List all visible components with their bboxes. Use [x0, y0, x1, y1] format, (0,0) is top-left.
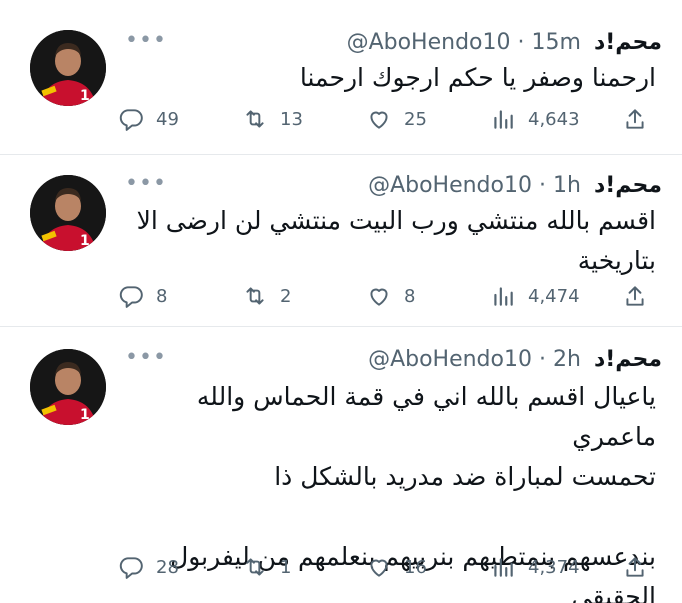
action-bar: 49 13 25 4,643 [118, 102, 658, 136]
avatar[interactable]: 1 [30, 30, 106, 106]
tweet-meta: @AboHendo10 · 15m محم!د [347, 26, 662, 60]
action-bar: 28 1 16 4,374 [118, 550, 658, 584]
separator: · [538, 347, 546, 372]
more-icon[interactable]: ••• [125, 173, 167, 195]
handle[interactable]: @AboHendo10 [368, 173, 532, 198]
tweet-header: ••• @AboHendo10 · 2h محم!د [125, 343, 662, 377]
heart-icon [370, 559, 388, 577]
handle[interactable]: @AboHendo10 [368, 347, 532, 372]
tweet-line: تحمست لمباراة ضد مدريد بالشكل ذا [274, 462, 656, 491]
paragraph-break [135, 497, 656, 537]
like-button[interactable]: 25 [366, 102, 427, 136]
tweet-header: ••• @AboHendo10 · 1h محم!د [125, 169, 662, 203]
like-button[interactable]: 8 [366, 279, 415, 313]
retweet-button[interactable]: 1 [242, 550, 291, 584]
views-button[interactable]: 4,643 [490, 102, 580, 136]
retweet-icon [246, 110, 264, 128]
tweet[interactable]: 1 ••• @AboHendo10 · 15m محم!د ارحمنا وصف… [0, 0, 682, 155]
heart-icon [370, 288, 388, 306]
views-button[interactable]: 4,374 [490, 550, 580, 584]
reply-button[interactable]: 49 [118, 102, 179, 136]
display-name[interactable]: محم!د [594, 347, 662, 372]
timestamp[interactable]: 15m [532, 30, 581, 55]
display-name[interactable]: محم!د [594, 173, 662, 198]
share-icon [626, 286, 644, 306]
retweet-count: 2 [280, 285, 292, 307]
tweet-text: ارحمنا وصفر يا حكم ارجوك ارحمنا [135, 58, 656, 98]
tweet-meta: @AboHendo10 · 1h محم!د [368, 169, 662, 203]
like-count: 8 [404, 285, 416, 307]
views-icon [494, 110, 513, 129]
retweet-button[interactable]: 2 [242, 279, 291, 313]
separator: · [517, 30, 525, 55]
share-button[interactable] [622, 550, 648, 584]
reply-icon [119, 286, 143, 308]
tweet[interactable]: 1 ••• @AboHendo10 · 1h محم!د اقسم بالله … [0, 155, 682, 327]
views-icon [494, 558, 513, 577]
view-count: 4,643 [528, 108, 580, 130]
tweet-text: اقسم بالله منتشي ورب البيت منتشي لن ارضى… [135, 201, 656, 281]
view-count: 4,374 [528, 556, 580, 578]
like-count: 25 [404, 108, 427, 130]
share-button[interactable] [622, 102, 648, 136]
retweet-icon [246, 287, 264, 305]
more-icon[interactable]: ••• [125, 30, 167, 52]
share-icon [626, 109, 644, 129]
like-count: 16 [404, 556, 427, 578]
handle[interactable]: @AboHendo10 [347, 30, 511, 55]
tweet-feed: 1 ••• @AboHendo10 · 15m محم!د ارحمنا وصف… [0, 0, 682, 603]
reply-count: 28 [156, 556, 179, 578]
separator: · [538, 173, 546, 198]
like-button[interactable]: 16 [366, 550, 427, 584]
reply-count: 8 [156, 285, 168, 307]
tweet-line: ياعيال اقسم بالله اني في قمة الحماس والل… [196, 382, 656, 451]
timestamp[interactable]: 2h [553, 347, 581, 372]
share-icon [626, 557, 644, 577]
retweet-icon [246, 558, 264, 576]
action-bar: 8 2 8 4,474 [118, 279, 658, 313]
reply-count: 49 [156, 108, 179, 130]
tweet-line: ارحمنا وصفر يا حكم ارجوك ارحمنا [299, 63, 656, 92]
reply-icon [119, 557, 143, 579]
heart-icon [370, 111, 388, 129]
tweet-line: بتاريخية [577, 246, 656, 275]
tweet[interactable]: 1 ••• @AboHendo10 · 2h محم!د ياعيال اقسم… [0, 327, 682, 603]
tweet-header: ••• @AboHendo10 · 15m محم!د [125, 26, 662, 60]
svg-text:1: 1 [80, 88, 90, 104]
share-button[interactable] [622, 279, 648, 313]
avatar[interactable]: 1 [30, 175, 106, 251]
retweet-count: 1 [280, 556, 292, 578]
view-count: 4,474 [528, 285, 580, 307]
tweet-meta: @AboHendo10 · 2h محم!د [368, 343, 662, 377]
svg-text:1: 1 [80, 407, 90, 423]
reply-button[interactable]: 8 [118, 279, 167, 313]
display-name[interactable]: محم!د [594, 30, 662, 55]
reply-button[interactable]: 28 [118, 550, 179, 584]
tweet-line: اقسم بالله منتشي ورب البيت منتشي لن ارضى… [136, 206, 656, 235]
avatar[interactable]: 1 [30, 349, 106, 425]
more-icon[interactable]: ••• [125, 347, 167, 369]
retweet-count: 13 [280, 108, 303, 130]
timestamp[interactable]: 1h [553, 173, 581, 198]
svg-text:1: 1 [80, 233, 90, 249]
views-icon [494, 287, 513, 306]
reply-icon [119, 109, 143, 131]
views-button[interactable]: 4,474 [490, 279, 580, 313]
retweet-button[interactable]: 13 [242, 102, 303, 136]
